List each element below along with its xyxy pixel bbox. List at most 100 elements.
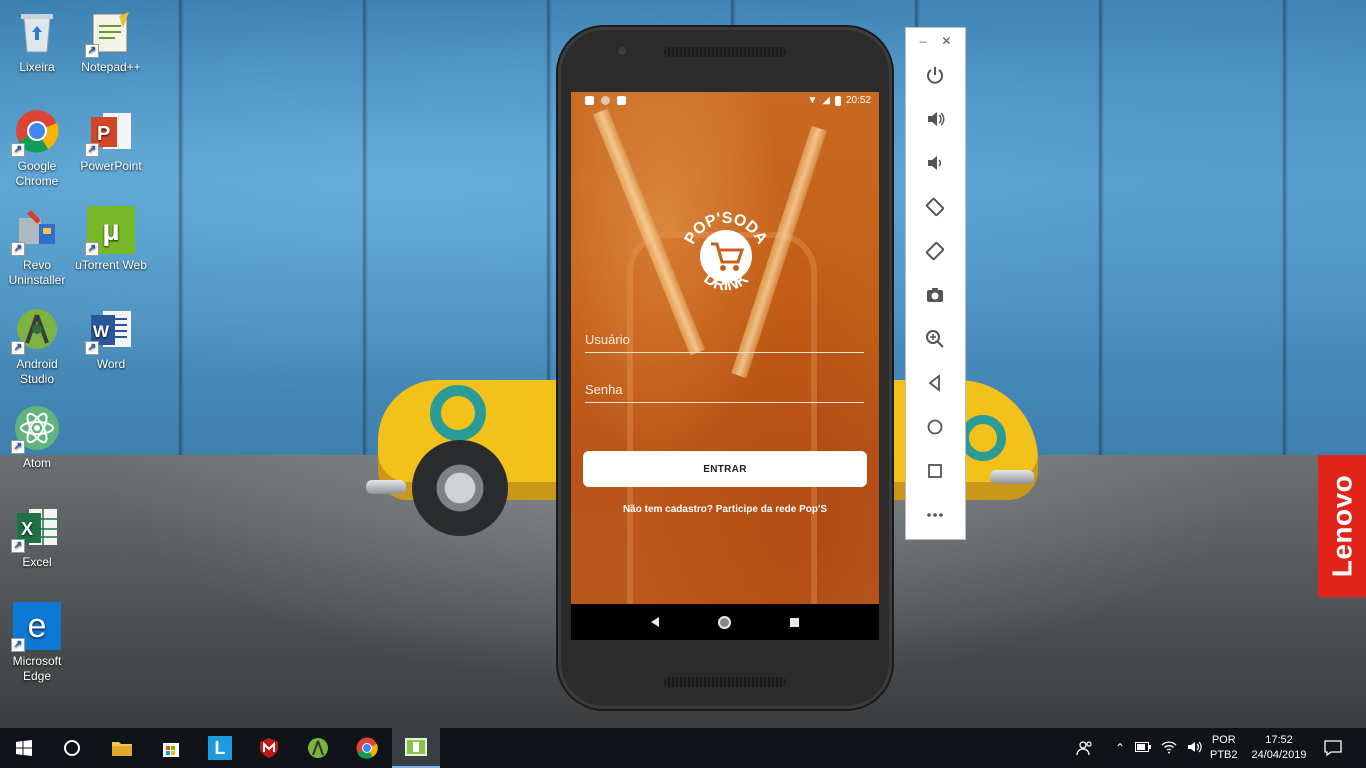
shield-icon [585, 96, 594, 105]
l-app-icon[interactable]: L [196, 728, 244, 768]
username-field[interactable] [585, 327, 864, 353]
car-bumper [990, 470, 1034, 484]
clock-time: 17:52 [1265, 734, 1293, 746]
android-nav-bar [571, 604, 879, 640]
volume-down-icon[interactable] [922, 150, 948, 176]
sd-card-icon [617, 96, 626, 105]
recycle-bin-icon [13, 8, 61, 56]
phone-bottom-speaker [664, 677, 786, 687]
mcafee-icon[interactable] [245, 728, 293, 768]
desktop-icon-label: Atom [22, 456, 51, 470]
android-studio-icon: ↗ [11, 305, 61, 355]
desktop-icon-chrome[interactable]: ↗ Google Chrome [0, 107, 74, 189]
desktop-icon-label: Revo Uninstaller [8, 258, 66, 287]
volume-up-icon[interactable] [922, 106, 948, 132]
desktop-icon-label: PowerPoint [80, 159, 142, 173]
desktop-icon-notepad-plus-plus[interactable]: ↗ Notepad++ [74, 8, 148, 75]
file-explorer-icon[interactable] [98, 728, 146, 768]
desktop-icon-label: Microsoft Edge [12, 654, 62, 683]
rotate-right-icon[interactable] [922, 238, 948, 264]
battery-icon [834, 95, 841, 106]
power-icon[interactable] [922, 62, 948, 88]
car-wheel [412, 440, 508, 536]
chevron-up-icon[interactable]: ⌃ [1115, 741, 1125, 755]
excel-icon: X ↗ [11, 503, 61, 553]
minimize-button[interactable]: – [920, 34, 927, 48]
nav-recent-icon[interactable] [790, 617, 800, 627]
nav-back-icon[interactable] [650, 617, 659, 627]
start-icon[interactable] [0, 728, 48, 768]
windows-taskbar: L ⌃ POR PTB2 17:52 24/04/2019 [0, 728, 1366, 768]
phone-top-speaker [664, 47, 786, 57]
language-label: POR [1211, 734, 1236, 746]
people-icon[interactable] [1076, 728, 1094, 768]
home-icon[interactable] [922, 414, 948, 440]
overview-icon[interactable] [922, 458, 948, 484]
car-bumper [366, 480, 406, 494]
svg-text:P: P [97, 123, 110, 145]
desktop-icon-word[interactable]: W ↗ Word [74, 305, 148, 372]
shortcut-arrow-icon: ↗ [11, 143, 25, 157]
volume-tray-icon[interactable] [1187, 740, 1203, 757]
zoom-icon[interactable] [922, 326, 948, 352]
language-indicator[interactable]: POR PTB2 [1210, 728, 1238, 768]
password-field[interactable] [585, 377, 864, 403]
desktop-icon-label: Android Studio [16, 357, 58, 386]
desktop-icon-utorrent[interactable]: µ ↗ uTorrent Web [74, 206, 148, 273]
desktop-icon-recycle-bin[interactable]: Lixeira [0, 8, 74, 75]
desktop-icon-label: Word [96, 357, 126, 371]
desktop-icon-atom[interactable]: ↗ Atom [0, 404, 74, 471]
nav-home-icon[interactable] [717, 615, 731, 629]
desktop-icon-label: Notepad++ [81, 60, 141, 74]
shortcut-arrow-icon: ↗ [85, 242, 99, 256]
car-decoration [430, 385, 486, 441]
shortcut-arrow-icon: ↗ [85, 143, 99, 157]
emulator-toolbar: – ✕ [905, 27, 966, 540]
store-icon[interactable] [147, 728, 195, 768]
clock-date: 24/04/2019 [1251, 749, 1307, 761]
shortcut-arrow-icon: ↗ [11, 638, 25, 652]
android-studio-taskbar-icon[interactable] [294, 728, 342, 768]
shortcut-arrow-icon: ↗ [85, 341, 99, 355]
signup-link[interactable]: Não tem cadastro? Participe da rede Pop'… [571, 504, 879, 515]
emulator-taskbar-icon[interactable] [392, 728, 440, 768]
android-status-bar: ▼ ◢ 20:52 [571, 92, 879, 109]
keyboard-layout-label: PTB2 [1210, 749, 1238, 761]
desktop-icon-android-studio[interactable]: ↗ Android Studio [0, 305, 74, 387]
word-icon: W ↗ [85, 305, 135, 355]
cortana-icon[interactable] [48, 728, 96, 768]
popsoda-logo: POP'SODA DRINK [681, 210, 771, 300]
rotate-left-icon[interactable] [922, 194, 948, 220]
desktop-icon-label: Excel [22, 555, 52, 569]
circle-notification-icon [601, 96, 610, 105]
notification-center-icon[interactable] [1324, 728, 1342, 768]
shortcut-arrow-icon: ↗ [11, 539, 25, 553]
notepad-plus-plus-icon: ↗ [85, 8, 135, 58]
svg-text:X: X [21, 519, 33, 539]
desktop-icon-excel[interactable]: X ↗ Excel [0, 503, 74, 570]
lenovo-badge: Lenovo [1318, 455, 1366, 597]
desktop-icon-revo-uninstaller[interactable]: ↗ Revo Uninstaller [0, 206, 74, 288]
clock[interactable]: 17:52 24/04/2019 [1248, 728, 1310, 768]
desktop-icon-powerpoint[interactable]: P ↗ PowerPoint [74, 107, 148, 174]
back-icon[interactable] [922, 370, 948, 396]
wifi-icon: ▼ [807, 95, 818, 106]
signal-icon: ◢ [822, 95, 830, 106]
wifi-tray-icon[interactable] [1161, 740, 1177, 757]
phone-camera [618, 47, 626, 55]
system-tray-icons: ⌃ [1115, 728, 1203, 768]
chrome-taskbar-icon[interactable] [343, 728, 391, 768]
close-button[interactable]: ✕ [941, 34, 951, 48]
shortcut-arrow-icon: ↗ [11, 440, 25, 454]
emulator-phone-frame: ▼ ◢ 20:52 POP'SODA DRINK ENTRA [558, 27, 892, 709]
desktop-icon-edge[interactable]: e ↗ Microsoft Edge [0, 602, 74, 684]
battery-tray-icon[interactable] [1135, 741, 1152, 755]
revo-uninstaller-icon: ↗ [11, 206, 61, 256]
login-button[interactable]: ENTRAR [583, 451, 867, 487]
camera-icon[interactable] [922, 282, 948, 308]
shortcut-arrow-icon: ↗ [11, 341, 25, 355]
more-icon[interactable] [922, 502, 948, 528]
lenovo-text: Lenovo [1326, 474, 1357, 578]
desktop-icon-label: Lixeira [19, 60, 55, 74]
status-time: 20:52 [845, 95, 871, 106]
